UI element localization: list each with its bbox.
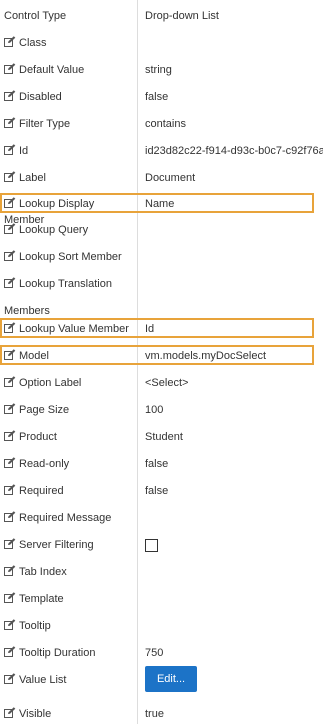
edit-icon[interactable] <box>4 538 16 549</box>
edit-icon[interactable] <box>4 707 16 718</box>
property-value-page-size[interactable]: 100 <box>145 402 323 418</box>
property-value-id[interactable]: id23d82c22-f914-d93c-b0c7-c92f76a78f3 <box>145 143 323 159</box>
property-label-text: Model <box>19 350 49 362</box>
property-label-text: Required Message <box>19 512 112 524</box>
server-filtering-checkbox[interactable] <box>145 539 158 552</box>
property-label-text: Tooltip Duration <box>19 647 96 659</box>
edit-icon[interactable] <box>4 403 16 414</box>
property-value-model[interactable]: vm.models.myDocSelect <box>145 348 323 364</box>
property-label-disabled[interactable]: Disabled <box>4 89 134 105</box>
property-label-option-label[interactable]: Option Label <box>4 375 134 391</box>
property-value-disabled[interactable]: false <box>145 89 323 105</box>
property-value-control-type: Drop-down List <box>145 10 219 22</box>
property-value-read-only[interactable]: false <box>145 456 323 472</box>
property-label-text: Tooltip <box>19 620 51 632</box>
property-label-page-size[interactable]: Page Size <box>4 402 134 418</box>
edit-icon[interactable] <box>4 673 16 684</box>
edit-icon[interactable] <box>4 511 16 522</box>
property-value-lookup-value-member[interactable]: Id <box>145 321 323 337</box>
property-label-text: Lookup Translation Members <box>4 278 112 317</box>
property-label-text: Lookup Value Member <box>19 323 129 335</box>
property-label-text: Lookup Sort Member <box>19 251 122 263</box>
edit-icon[interactable] <box>4 36 16 47</box>
edit-icon[interactable] <box>4 117 16 128</box>
property-label-text: Visible <box>19 708 52 720</box>
property-grid: Control Type Drop-down List Class Default V… <box>0 0 327 724</box>
property-value-lookup-display-member[interactable]: Name <box>145 196 323 212</box>
property-label-filter-type[interactable]: Filter Type <box>4 116 134 132</box>
property-value-filter-type[interactable]: contains <box>145 116 323 132</box>
edit-icon[interactable] <box>4 322 16 333</box>
property-label-read-only[interactable]: Read-only <box>4 456 134 472</box>
property-value-tooltip-duration[interactable]: 750 <box>145 645 323 661</box>
property-label-text: Server Filtering <box>19 539 94 551</box>
property-label-text: Product <box>19 431 57 443</box>
property-label-text: Id <box>19 145 29 157</box>
edit-icon[interactable] <box>4 144 16 155</box>
edit-icon[interactable] <box>4 171 16 182</box>
property-label-text: Filter Type <box>19 118 71 130</box>
property-label-text: Control Type <box>4 10 67 22</box>
edit-icon[interactable] <box>4 592 16 603</box>
property-label-lookup-translation-members[interactable]: Lookup Translation Members <box>4 271 134 325</box>
edit-icon[interactable] <box>4 430 16 441</box>
property-label-text: Required <box>19 485 64 497</box>
property-label-visible[interactable]: Visible <box>4 706 134 722</box>
property-value-server-filtering <box>145 537 323 557</box>
edit-icon[interactable] <box>4 565 16 576</box>
property-label-lookup-query[interactable]: Lookup Query <box>4 222 134 238</box>
property-label-class[interactable]: Class <box>4 35 134 51</box>
property-label-product[interactable]: Product <box>4 429 134 445</box>
property-label-label[interactable]: Label <box>4 170 134 186</box>
edit-icon[interactable] <box>4 646 16 657</box>
edit-icon[interactable] <box>4 349 16 360</box>
property-label-default-value[interactable]: Default Value <box>4 62 134 78</box>
property-label-control-type: Control Type <box>4 8 134 24</box>
property-label-server-filtering[interactable]: Server Filtering <box>4 537 134 553</box>
property-value-required[interactable]: false <box>145 483 323 499</box>
property-label-required-message[interactable]: Required Message <box>4 510 134 526</box>
property-label-value-list[interactable]: Value List <box>4 672 134 688</box>
property-label-tab-index[interactable]: Tab Index <box>4 564 134 580</box>
edit-icon[interactable] <box>4 223 16 234</box>
property-label-text: Class <box>19 37 47 49</box>
property-label-text: Value List <box>19 674 67 686</box>
property-label-model[interactable]: Model <box>4 348 134 364</box>
property-label-text: Lookup Query <box>19 224 89 236</box>
edit-icon[interactable] <box>4 197 16 208</box>
edit-icon[interactable] <box>4 619 16 630</box>
edit-icon[interactable] <box>4 457 16 468</box>
property-label-id[interactable]: Id <box>4 143 134 159</box>
property-value-product[interactable]: Student <box>145 429 323 445</box>
property-label-lookup-value-member[interactable]: Lookup Value Member <box>4 321 134 337</box>
property-label-text: Tab Index <box>19 566 67 578</box>
edit-icon[interactable] <box>4 90 16 101</box>
property-label-template[interactable]: Template <box>4 591 134 607</box>
edit-icon[interactable] <box>4 63 16 74</box>
property-label-text: Template <box>19 593 64 605</box>
property-label-tooltip-duration[interactable]: Tooltip Duration <box>4 645 134 661</box>
property-label-text: Option Label <box>19 377 82 389</box>
property-label-text: Default Value <box>19 64 85 76</box>
value-list-edit-button[interactable]: Edit... <box>145 666 197 692</box>
property-label-text: Label <box>19 172 46 184</box>
property-value-option-label[interactable]: <Select> <box>145 375 323 391</box>
property-label-text: Disabled <box>19 91 62 103</box>
property-label-text: Page Size <box>19 404 70 416</box>
property-value-default-value[interactable]: string <box>145 62 323 78</box>
edit-icon[interactable] <box>4 250 16 261</box>
property-value-visible[interactable]: true <box>145 706 323 722</box>
property-label-required[interactable]: Required <box>4 483 134 499</box>
edit-icon[interactable] <box>4 484 16 495</box>
property-value-label[interactable]: Document <box>145 170 323 186</box>
property-label-tooltip[interactable]: Tooltip <box>4 618 134 634</box>
edit-icon[interactable] <box>4 277 16 288</box>
property-label-text: Read-only <box>19 458 70 470</box>
property-label-lookup-sort-member[interactable]: Lookup Sort Member <box>4 249 134 265</box>
edit-icon[interactable] <box>4 376 16 387</box>
